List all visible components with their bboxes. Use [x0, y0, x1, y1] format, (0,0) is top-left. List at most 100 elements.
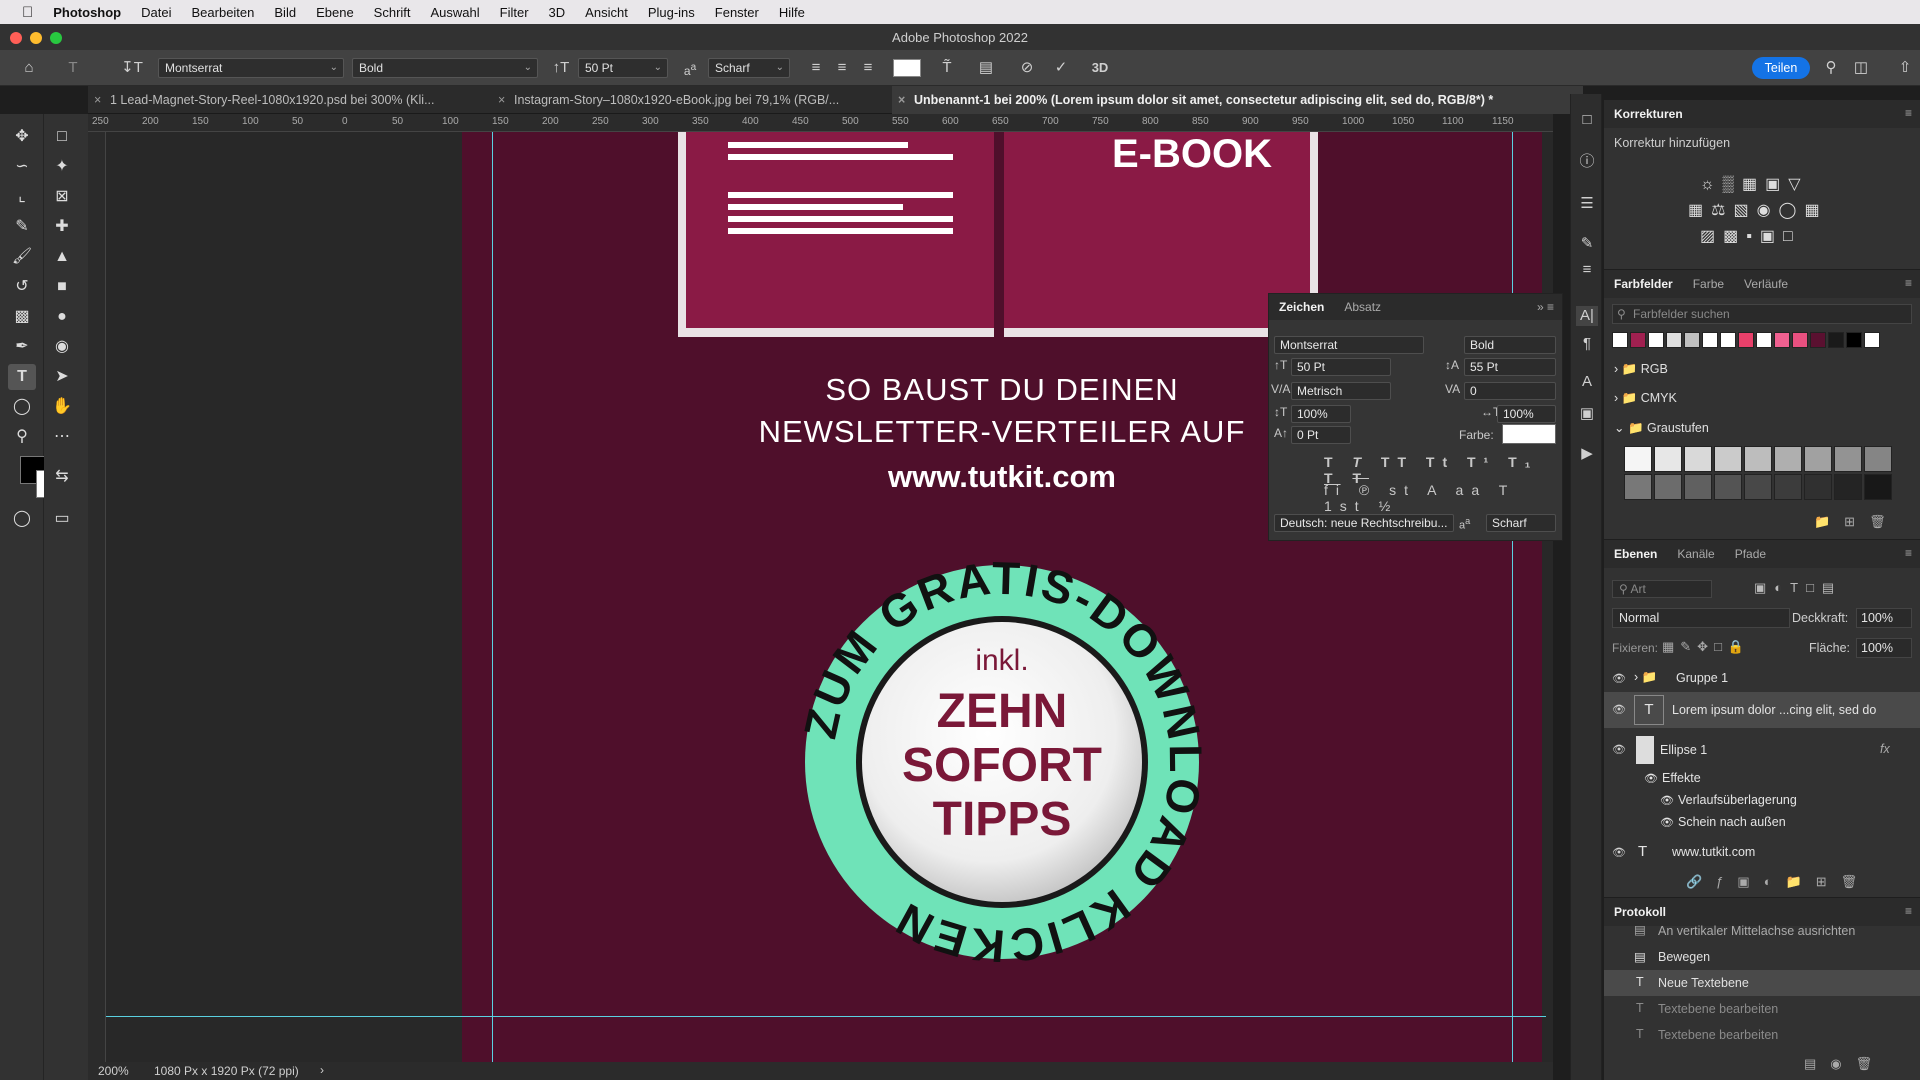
guide-vertical-right[interactable]: [1512, 132, 1513, 1070]
panel-menu-icon[interactable]: ≡: [1905, 904, 1912, 918]
close-window-button[interactable]: [10, 32, 22, 44]
visibility-eye-icon[interactable]: 👁: [1612, 743, 1626, 756]
layer-effect-gradient[interactable]: 👁 Verlaufsüberlagerung: [1604, 790, 1920, 812]
fx-icon[interactable]: fx: [1880, 742, 1890, 756]
apple-icon[interactable]: : [0, 4, 43, 21]
zeichen-style-select[interactable]: Bold: [1464, 336, 1556, 354]
gray-swatch[interactable]: [1654, 474, 1682, 500]
gradient-tool-icon[interactable]: ▩: [8, 304, 36, 330]
zoom-level[interactable]: 200%: [98, 1064, 129, 1078]
lasso-tool-icon[interactable]: ∽: [8, 154, 36, 180]
tab-korrekturen[interactable]: Korrekturen: [1604, 107, 1693, 121]
visibility-eye-icon[interactable]: 👁: [1612, 846, 1626, 859]
more-tools-icon[interactable]: ⋯: [48, 424, 76, 450]
font-size-select[interactable]: 50 Pt ⌄: [578, 58, 668, 78]
history-item[interactable]: T Textebene bearbeiten: [1604, 1022, 1920, 1048]
adjustment-icons-row3[interactable]: ▨▩▪▣□: [1700, 226, 1801, 246]
properties-icon[interactable]: ☰: [1576, 194, 1598, 214]
color-swatch[interactable]: [1846, 332, 1862, 348]
layer-filter-icons[interactable]: ▣◐T□▤: [1754, 580, 1842, 596]
adjustment-icons-row1[interactable]: ☼▒▦▣▽: [1700, 174, 1809, 194]
menu-hilfe[interactable]: Hilfe: [769, 5, 815, 20]
minimize-window-button[interactable]: [30, 32, 42, 44]
panel-menu-icon[interactable]: ≡: [1905, 276, 1912, 290]
menu-auswahl[interactable]: Auswahl: [421, 5, 490, 20]
zeichen-font-select[interactable]: Montserrat: [1274, 336, 1424, 354]
zeichen-hscale-input[interactable]: 100%: [1497, 405, 1556, 423]
screen-mode-icon[interactable]: ▭: [48, 506, 76, 532]
document-canvas[interactable]: E-BOOK SO BAUST DU DEINEN NEWSLETTER-VER…: [462, 132, 1542, 1070]
blur-tool-icon[interactable]: ●: [48, 304, 76, 330]
brush-settings-icon[interactable]: ✎: [1576, 234, 1598, 254]
menu-bild[interactable]: Bild: [264, 5, 306, 20]
gray-swatch[interactable]: [1654, 446, 1682, 472]
text-color-swatch[interactable]: [893, 59, 921, 77]
menu-plugins[interactable]: Plug-ins: [638, 5, 705, 20]
align-right-icon[interactable]: ≡: [858, 58, 878, 78]
language-select[interactable]: Deutsch: neue Rechtschreibu...: [1274, 514, 1454, 532]
hand-tool-icon[interactable]: ✋: [48, 394, 76, 420]
menu-datei[interactable]: Datei: [131, 5, 181, 20]
zoom-tool-icon[interactable]: ⚲: [8, 424, 36, 450]
color-swatch[interactable]: [1756, 332, 1772, 348]
paragraph-icon[interactable]: ¶: [1576, 334, 1598, 354]
panel-menu-icon[interactable]: ≡: [1905, 546, 1912, 560]
zeichen-color-swatch[interactable]: [1502, 424, 1556, 444]
gray-swatch[interactable]: [1624, 446, 1652, 472]
close-tab-icon[interactable]: ×: [94, 86, 101, 114]
layer-row-ellipse[interactable]: 👁 Ellipse 1 fx: [1604, 732, 1920, 768]
warp-text-icon[interactable]: T̃: [936, 58, 958, 78]
guide-horizontal[interactable]: [106, 1016, 1546, 1017]
adjustment-icons-row2[interactable]: ▦⚖▧◉◯▦: [1688, 200, 1828, 220]
zeichen-antialias-select[interactable]: Scharf: [1486, 514, 1556, 532]
layer-effects-row[interactable]: 👁 Effekte: [1604, 768, 1920, 790]
actions-icon[interactable]: ▶: [1576, 444, 1598, 464]
tab-instagram-story[interactable]: × Instagram-Story–1080x1920-eBook.jpg bei…: [492, 86, 890, 114]
color-swatch[interactable]: [1774, 332, 1790, 348]
history-item[interactable]: T Textebene bearbeiten: [1604, 996, 1920, 1022]
history-actions[interactable]: ▤◉🗑: [1804, 1056, 1886, 1072]
share-button[interactable]: Teilen: [1752, 57, 1810, 79]
tab-pfade[interactable]: Pfade: [1725, 547, 1776, 561]
gray-swatch[interactable]: [1774, 474, 1802, 500]
gray-swatch[interactable]: [1864, 474, 1892, 500]
type-tool-icon[interactable]: T: [8, 364, 36, 390]
close-tab-icon[interactable]: ×: [898, 86, 905, 114]
swatches-search-input[interactable]: ⚲ Farbfelder suchen: [1612, 304, 1912, 324]
visibility-eye-icon[interactable]: 👁: [1644, 772, 1658, 785]
workspace-icon[interactable]: ◫: [1850, 58, 1872, 78]
export-icon[interactable]: ⇧: [1894, 58, 1916, 78]
color-swatch[interactable]: [1666, 332, 1682, 348]
crop-tool-icon[interactable]: ⌞: [8, 184, 36, 210]
grayscale-swatches[interactable]: [1624, 446, 1900, 502]
comments-icon[interactable]: □: [1576, 110, 1598, 130]
layer-row-url[interactable]: 👁 T www.tutkit.com: [1604, 838, 1920, 866]
menu-filter[interactable]: Filter: [490, 5, 539, 20]
character-panel-icon[interactable]: A|: [1576, 306, 1598, 326]
gray-swatch[interactable]: [1744, 446, 1772, 472]
eraser-tool-icon[interactable]: ■: [48, 274, 76, 300]
3d-icon[interactable]: 3D: [1088, 58, 1112, 78]
history-item[interactable]: ▤ Bewegen: [1604, 944, 1920, 970]
tab-protokoll[interactable]: Protokoll: [1604, 905, 1676, 919]
visibility-eye-icon[interactable]: 👁: [1612, 672, 1626, 685]
color-swatch[interactable]: [1720, 332, 1736, 348]
opentype-buttons[interactable]: fi ℗ st A aa T 1st ½: [1324, 482, 1562, 514]
gray-swatch[interactable]: [1774, 446, 1802, 472]
blend-mode-select[interactable]: Normal: [1612, 608, 1790, 628]
marquee-tool-icon[interactable]: □: [48, 124, 76, 150]
history-item[interactable]: ▤ An vertikaler Mittelachse ausrichten: [1604, 922, 1920, 942]
menu-3d[interactable]: 3D: [539, 5, 576, 20]
swap-colors-icon[interactable]: ⇆: [48, 464, 76, 490]
color-swatch[interactable]: [1810, 332, 1826, 348]
tab-ebenen[interactable]: Ebenen: [1604, 547, 1667, 561]
layer-filter-select[interactable]: ⚲ Art: [1612, 580, 1712, 598]
character-panel-icon[interactable]: ▤: [975, 58, 997, 78]
brush-tool-icon[interactable]: 🖌: [8, 244, 36, 270]
color-swatch[interactable]: [1738, 332, 1754, 348]
gray-swatch[interactable]: [1684, 446, 1712, 472]
color-swatch[interactable]: [1648, 332, 1664, 348]
quick-mask-icon[interactable]: ◯: [8, 506, 36, 532]
frame-tool-icon[interactable]: ⊠: [48, 184, 76, 210]
color-swatch[interactable]: [1630, 332, 1646, 348]
